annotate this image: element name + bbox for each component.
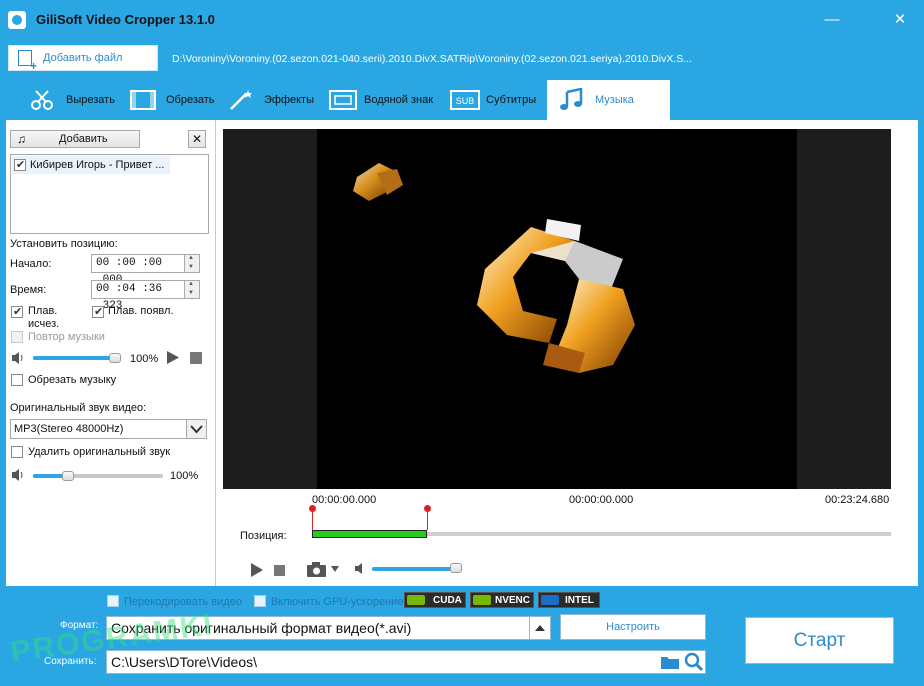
timeline-selection[interactable] [312, 530, 427, 538]
stop-icon[interactable] [190, 352, 202, 364]
fade-in-label: Плав. появл. [108, 305, 174, 317]
tab-label: Обрезать [166, 94, 215, 106]
tab-label: Субтитры [486, 94, 537, 106]
minimize-button[interactable]: — [822, 10, 842, 30]
duration-label: Время: [10, 284, 47, 296]
start-button[interactable]: Старт [745, 617, 894, 664]
trim-music-checkbox[interactable] [11, 374, 23, 386]
play-icon[interactable] [250, 562, 264, 578]
speaker-icon[interactable] [11, 468, 27, 482]
file-path: D:\Voroniny\Voroniny.(02.sezon.021-040.s… [172, 53, 693, 65]
remove-music-button[interactable]: ✕ [188, 130, 206, 148]
add-music-button[interactable]: ♫ Добавить [10, 130, 140, 148]
tab-watermark[interactable]: Водяной знак [328, 80, 444, 120]
watermark-icon [329, 90, 357, 110]
tab-subtitles[interactable]: SUB Субтитры [450, 80, 546, 120]
timeline-end-marker[interactable] [423, 505, 431, 512]
video-frame [317, 129, 797, 489]
tab-label: Эффекты [264, 94, 315, 106]
chevron-up-icon [535, 625, 545, 631]
duration-time-field[interactable]: 00 :04 :36 .323 [91, 280, 185, 312]
tab-label: Музыка [595, 94, 634, 106]
subtitle-icon: SUB [450, 90, 480, 110]
timeline-current-time: 00:00:00.000 [569, 494, 634, 506]
search-icon[interactable] [684, 652, 704, 672]
trim-music-label: Обрезать музыку [28, 374, 117, 386]
original-volume-thumb[interactable] [62, 471, 75, 481]
timeline-start-marker[interactable] [309, 505, 316, 512]
reencode-label: Перекодировать видео [124, 596, 242, 608]
close-icon: ✕ [191, 132, 203, 146]
track-name: Кибирев Игорь - Привет ... [30, 159, 165, 171]
start-time-field[interactable]: 00 :00 :00 .000 [91, 254, 185, 286]
original-audio-label: Оригинальный звук видео: [10, 402, 147, 414]
music-volume-value: 100% [130, 353, 159, 365]
speaker-icon[interactable] [11, 351, 27, 365]
timeline-start-time: 00:00:00.000 [312, 494, 377, 506]
tab-cut[interactable]: Вырезать [26, 80, 126, 120]
camera-icon[interactable] [306, 561, 328, 578]
music-volume-fill [33, 356, 119, 360]
position-label: Позиция: [240, 530, 287, 542]
timeline-end-time: 00:23:24.680 [825, 494, 890, 506]
play-icon[interactable] [166, 350, 180, 365]
nvidia-logo-icon [473, 595, 491, 605]
video-logo-image [353, 163, 635, 373]
player-volume-thumb[interactable] [450, 563, 462, 573]
app-logo-icon [8, 11, 26, 29]
repeat-music-checkbox[interactable] [11, 331, 23, 343]
track-checkbox[interactable] [14, 158, 26, 171]
add-music-label: Добавить [59, 133, 108, 145]
tab-effects[interactable]: Эффекты [226, 80, 320, 120]
original-audio-select[interactable]: MP3(Stereo 48000Hz) [10, 419, 187, 439]
repeat-music-label: Повтор музыки [28, 331, 105, 343]
start-label: Начало: [10, 258, 52, 270]
music-volume-slider[interactable] [33, 356, 119, 360]
cuda-badge: CUDA [404, 592, 466, 608]
tab-label: Вырезать [66, 94, 115, 106]
save-path-input[interactable]: C:\Users\DTore\Videos\ [106, 650, 706, 674]
music-volume-thumb[interactable] [109, 353, 121, 363]
nvidia-logo-icon [407, 595, 425, 605]
settings-button[interactable]: Настроить [560, 614, 706, 640]
player-volume-fill [372, 567, 460, 571]
add-file-icon [18, 50, 37, 71]
chevron-down-icon [190, 425, 203, 434]
intel-badge: INTEL [538, 592, 600, 608]
original-volume-value: 100% [170, 470, 199, 482]
remove-original-audio-label: Удалить оригинальный звук [28, 446, 171, 458]
close-button[interactable]: ✕ [890, 10, 910, 30]
fade-out-checkbox[interactable] [11, 305, 23, 318]
fade-out-label: Плав. исчез. [28, 305, 60, 330]
original-audio-dropdown-button[interactable] [186, 419, 207, 439]
magic-wand-icon [230, 90, 252, 110]
tab-crop[interactable]: Обрезать [128, 80, 224, 120]
crop-icon [130, 90, 156, 110]
chevron-down-icon[interactable] [330, 565, 340, 573]
music-note-icon [560, 88, 583, 110]
fade-in-checkbox[interactable] [92, 305, 104, 318]
folder-icon[interactable] [660, 655, 680, 670]
original-volume-slider[interactable] [33, 474, 163, 478]
tab-label: Водяной знак [364, 94, 434, 106]
set-position-label: Установить позицию: [10, 238, 118, 250]
reencode-checkbox[interactable] [107, 595, 119, 607]
speaker-icon[interactable] [354, 562, 368, 575]
window-title: GiliSoft Video Cropper 13.1.0 [36, 12, 215, 27]
player-volume-slider[interactable] [372, 567, 460, 571]
stop-icon[interactable] [274, 565, 285, 576]
start-time-stepper[interactable] [184, 254, 200, 273]
format-dropdown-button[interactable] [529, 616, 551, 640]
scissors-icon [31, 90, 53, 110]
tab-music[interactable]: Музыка [547, 80, 670, 120]
music-note-icon: ♫ [17, 132, 26, 146]
nvenc-badge: NVENC [470, 592, 534, 608]
gpu-acceleration-checkbox[interactable] [254, 595, 266, 607]
intel-logo-icon [541, 595, 559, 605]
svg-text:SUB: SUB [456, 96, 475, 106]
remove-original-audio-checkbox[interactable] [11, 446, 23, 458]
duration-time-stepper[interactable] [184, 280, 200, 299]
gpu-acceleration-label: Включить GPU-ускорение [271, 596, 404, 608]
